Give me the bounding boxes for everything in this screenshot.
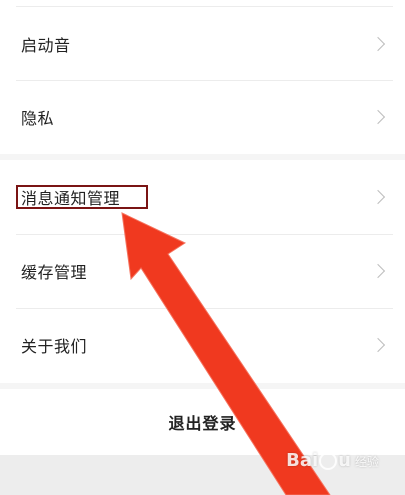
- settings-row-notification-management[interactable]: 消息通知管理: [0, 160, 405, 234]
- settings-group-bottom: 消息通知管理 缓存管理 关于我们: [0, 160, 405, 383]
- chevron-right-icon: [370, 109, 386, 125]
- logout-section: 退出登录: [0, 389, 405, 455]
- settings-row-about-us[interactable]: 关于我们: [0, 308, 405, 382]
- row-label: 消息通知管理: [21, 189, 121, 208]
- logout-button[interactable]: 退出登录: [0, 389, 405, 455]
- chevron-right-icon: [370, 36, 386, 52]
- row-label: 启动音: [21, 36, 71, 55]
- row-label: 隐私: [21, 109, 55, 128]
- row-label: 缓存管理: [21, 263, 88, 282]
- row-label: 关于我们: [21, 337, 88, 356]
- bottom-background: [0, 455, 405, 495]
- settings-group-top: 启动音 隐私: [0, 0, 405, 154]
- settings-row-startup-sound[interactable]: 启动音: [0, 7, 405, 81]
- chevron-right-icon: [370, 189, 386, 205]
- chevron-right-icon: [370, 263, 386, 279]
- chevron-right-icon: [370, 337, 386, 353]
- settings-row-cache-management[interactable]: 缓存管理: [0, 234, 405, 308]
- settings-screen: 启动音 隐私 消息通知管理 缓存管理 关于我们 退出登录 Bai u 经验: [0, 0, 405, 495]
- settings-row-privacy[interactable]: 隐私: [0, 80, 405, 154]
